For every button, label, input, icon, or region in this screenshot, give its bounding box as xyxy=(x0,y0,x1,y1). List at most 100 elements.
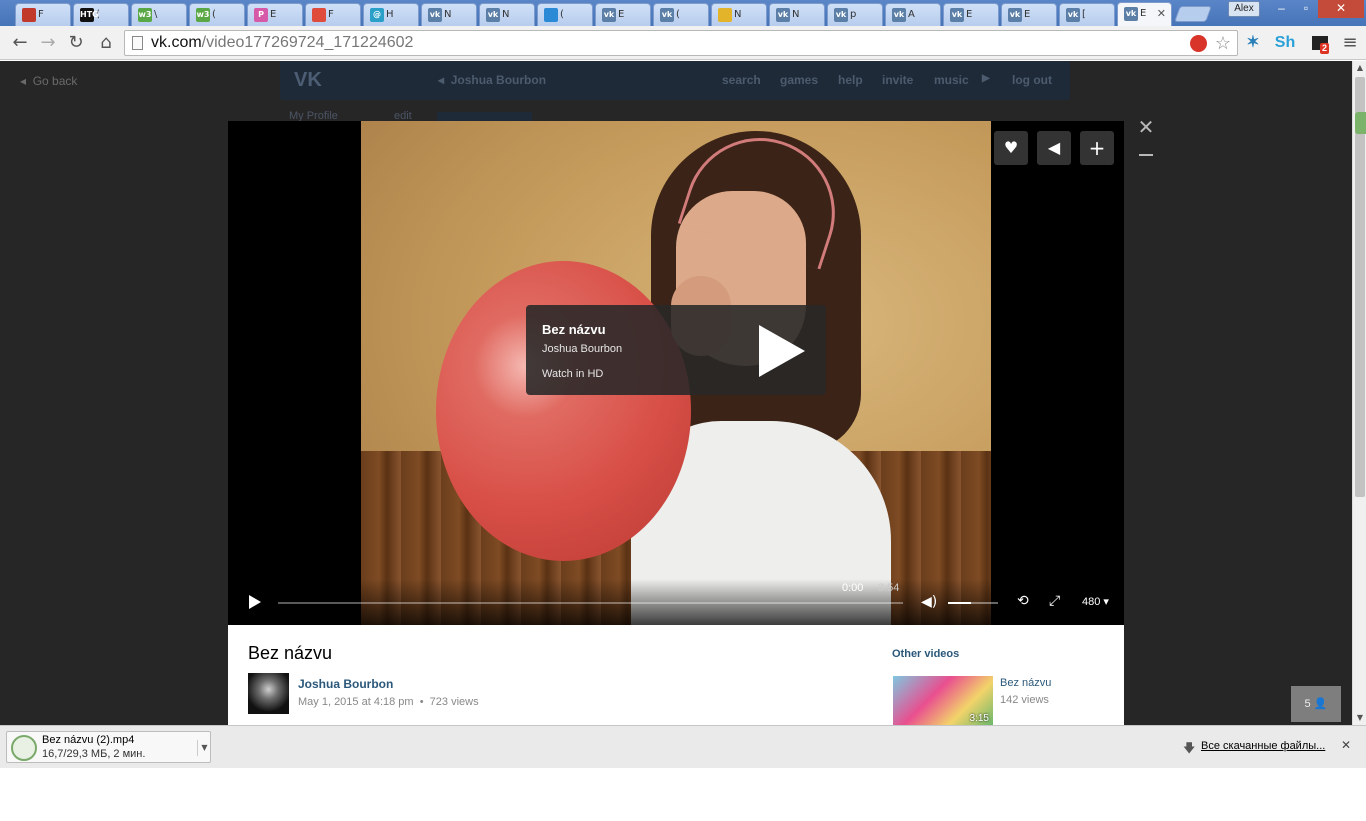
overlay-title[interactable]: Bez názvu xyxy=(542,322,606,337)
nav-search[interactable]: search xyxy=(722,73,761,87)
browser-tab[interactable]: PE xyxy=(247,3,303,26)
fullscreen-icon[interactable]: ⤢ xyxy=(1049,593,1060,609)
play-icon[interactable] xyxy=(249,595,261,609)
browser-tab[interactable]: ( xyxy=(537,3,593,26)
bookmark-star-icon[interactable]: ☆ xyxy=(1215,31,1231,55)
close-window-button[interactable]: ✕ xyxy=(1318,0,1364,18)
nav-help[interactable]: help xyxy=(838,73,863,87)
vk-icon: vk xyxy=(486,8,500,22)
vk-icon: vk xyxy=(1124,7,1138,21)
other-video-thumbnail[interactable]: 3:15 xyxy=(893,676,993,725)
nav-games[interactable]: games xyxy=(780,73,818,87)
browser-tab[interactable]: HTG( xyxy=(73,3,129,26)
menu-icon[interactable]: ≡ xyxy=(1338,31,1362,55)
add-plus-icon[interactable]: + xyxy=(1080,131,1114,165)
header-user-link[interactable]: ◂ Joshua Bourbon xyxy=(438,73,546,87)
avatar[interactable] xyxy=(248,673,289,714)
new-tab-button[interactable] xyxy=(1174,6,1212,22)
browser-tab[interactable]: F xyxy=(305,3,361,26)
reload-icon[interactable]: ↻ xyxy=(64,31,88,55)
browser-tab[interactable]: F xyxy=(15,3,71,26)
view-count: 723 views xyxy=(429,696,479,708)
vk-header: VK ◂ Joshua Bourbon search games help in… xyxy=(280,61,1070,100)
forward-icon[interactable]: → xyxy=(36,31,60,55)
chevron-down-icon[interactable]: ▼ xyxy=(197,740,211,756)
downloads-bar: Bez názvu (2).mp4 16,7/29,3 МБ, 2 мин. ▼… xyxy=(0,725,1366,768)
tab-label: E xyxy=(1140,8,1147,19)
music-play-icon[interactable]: ▶ xyxy=(982,73,990,84)
big-play-icon[interactable] xyxy=(759,325,805,377)
share-megaphone-icon[interactable]: ◀ xyxy=(1037,131,1071,165)
other-videos-heading[interactable]: Other videos xyxy=(892,648,959,660)
browser-tab[interactable]: vk A xyxy=(885,3,941,26)
browser-tab[interactable]: vk E xyxy=(1001,3,1057,26)
video-title: Bez názvu xyxy=(248,643,333,663)
download-item[interactable]: Bez názvu (2).mp4 16,7/29,3 МБ, 2 мин. ▼ xyxy=(6,731,211,763)
player-controls: 0:00 3:54 ◀) ⟲ ⤢ 480 ▾ xyxy=(228,579,1124,625)
scroll-up-icon[interactable]: ▲ xyxy=(1353,61,1366,75)
tab-label: N xyxy=(734,9,742,20)
extension-sh-icon[interactable]: Sh xyxy=(1272,31,1298,55)
address-bar[interactable]: vk.com/video177269724_171224602 ☆ xyxy=(124,30,1238,56)
progress-bar[interactable] xyxy=(278,602,903,604)
loop-icon[interactable]: ⟲ xyxy=(1017,593,1029,609)
browser-tab[interactable]: vk N xyxy=(769,3,825,26)
video-info-overlay[interactable]: Bez názvu Joshua Bourbon Watch in HD xyxy=(526,305,826,395)
minimize-icon[interactable] xyxy=(1139,154,1153,156)
w3-icon: w3 xyxy=(138,8,152,22)
vk-logo[interactable]: VK xyxy=(294,69,322,92)
viewers-badge[interactable]: 5 👤 xyxy=(1291,686,1341,722)
maximize-button[interactable]: ▫ xyxy=(1294,0,1318,18)
overlay-author[interactable]: Joshua Bourbon xyxy=(542,343,622,355)
video-player[interactable]: Bez názvu Joshua Bourbon Watch in HD ♥ ◀… xyxy=(228,121,1124,625)
tab-label: [ xyxy=(1082,9,1086,20)
home-icon[interactable]: ⌂ xyxy=(94,31,118,55)
all-downloads-link[interactable]: Все скачанные файлы... xyxy=(1201,740,1325,752)
volume-icon[interactable]: ◀) xyxy=(921,594,937,610)
upload-date: May 1, 2015 at 4:18 pm xyxy=(298,696,414,708)
tab-label: F xyxy=(328,9,334,20)
scroll-thumb[interactable] xyxy=(1355,77,1365,497)
browser-tab[interactable]: vk N xyxy=(479,3,535,26)
minimize-button[interactable]: – xyxy=(1269,0,1294,18)
other-video-title[interactable]: Bez názvu xyxy=(1000,677,1051,689)
profile-badge[interactable]: Alex xyxy=(1228,1,1260,17)
tab-close-icon[interactable]: ✕ xyxy=(1157,7,1166,20)
nav-logout[interactable]: log out xyxy=(1012,73,1052,87)
adblock-icon[interactable] xyxy=(1190,35,1207,52)
browser-tab[interactable]: vk( xyxy=(653,3,709,26)
scroll-down-icon[interactable]: ▼ xyxy=(1353,711,1366,725)
browser-tab[interactable]: vk N xyxy=(421,3,477,26)
like-heart-icon[interactable]: ♥ xyxy=(994,131,1028,165)
video-meta: May 1, 2015 at 4:18 pm • 723 views xyxy=(298,696,479,708)
p-icon: P xyxy=(254,8,268,22)
book-icon xyxy=(22,8,36,22)
back-icon[interactable]: ← xyxy=(8,31,32,55)
extension-butterfly-icon[interactable]: ✶ xyxy=(1243,31,1263,55)
author-link[interactable]: Joshua Bourbon xyxy=(298,677,393,691)
go-back-link[interactable]: ◂ Go back xyxy=(20,74,77,88)
watch-in-hd-link[interactable]: Watch in HD xyxy=(542,368,603,380)
vk-icon: vk xyxy=(428,8,442,22)
browser-tab[interactable]: @ H xyxy=(363,3,419,26)
browser-tab[interactable]: w3( xyxy=(189,3,245,26)
nav-music[interactable]: music xyxy=(934,73,969,87)
volume-slider[interactable] xyxy=(948,602,998,604)
side-extension-icon[interactable] xyxy=(1355,112,1366,134)
browser-tab[interactable]: vk E xyxy=(943,3,999,26)
htg-icon: HTG xyxy=(80,8,99,22)
browser-tab[interactable]: N xyxy=(711,3,767,26)
download-file-name: Bez názvu (2).mp4 xyxy=(42,734,135,746)
w3-icon: w3 xyxy=(196,8,210,22)
extension-notify-icon[interactable]: 2 xyxy=(1308,31,1332,55)
close-downloads-icon[interactable]: ✕ xyxy=(1341,738,1351,752)
browser-tab[interactable]: w3 \ xyxy=(131,3,187,26)
page-scrollbar[interactable]: ▲ ▼ xyxy=(1352,61,1366,725)
browser-tab[interactable]: vk[ xyxy=(1059,3,1115,26)
browser-tab[interactable]: vk E xyxy=(595,3,651,26)
nav-invite[interactable]: invite xyxy=(882,73,913,87)
browser-tab[interactable]: vk E ✕ xyxy=(1117,2,1172,26)
close-icon[interactable]: ✕ xyxy=(1137,117,1155,137)
browser-tab[interactable]: vk p xyxy=(827,3,883,26)
quality-selector[interactable]: 480 ▾ xyxy=(1082,595,1109,608)
